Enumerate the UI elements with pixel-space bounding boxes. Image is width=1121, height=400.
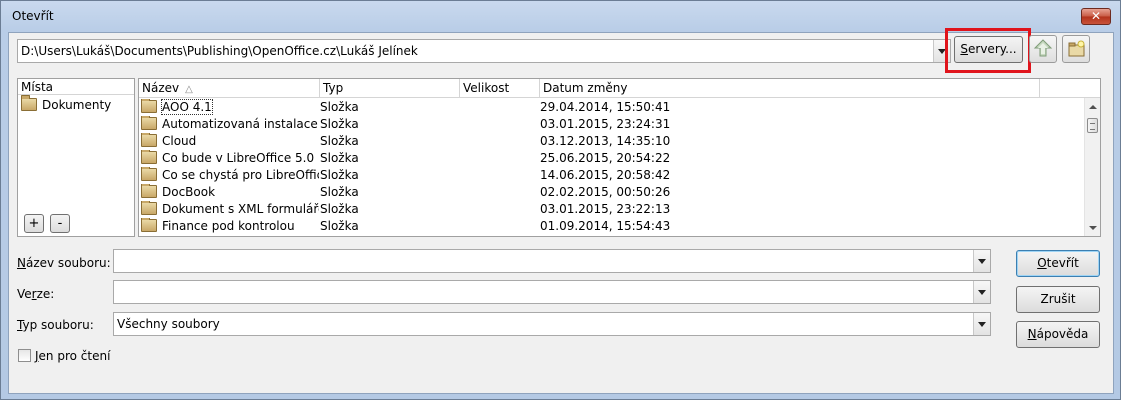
- file-date: 29.04.2014, 15:50:41: [540, 100, 671, 114]
- file-row[interactable]: Co se chystá pro LibreOffice Složka 14.0…: [139, 167, 1084, 184]
- file-date: 02.02.2015, 00:50:26: [540, 185, 671, 199]
- file-date: 03.01.2015, 23:22:13: [540, 202, 671, 216]
- folder-icon: [141, 99, 157, 113]
- file-row[interactable]: Finance pod kontrolou Složka 01.09.2014,…: [139, 218, 1084, 235]
- new-folder-button[interactable]: [1062, 35, 1090, 63]
- folder-up-icon: [1033, 39, 1053, 57]
- folder-icon: [141, 133, 157, 147]
- column-header-name[interactable]: Název △: [139, 79, 320, 98]
- column-name-label: Název: [142, 81, 180, 95]
- file-date: 01.09.2014, 15:54:43: [540, 219, 671, 233]
- cancel-button[interactable]: Zrušit: [1016, 286, 1100, 313]
- file-list-scrollbar[interactable]: [1084, 98, 1100, 236]
- version-label: Verze:: [17, 287, 55, 301]
- file-type: Složka: [320, 202, 359, 216]
- readonly-checkbox[interactable]: [18, 349, 31, 362]
- file-type: Složka: [320, 185, 359, 199]
- file-row[interactable]: Automatizovaná instalace Li Složka 03.01…: [139, 116, 1084, 133]
- scrollbar-thumb[interactable]: [1087, 118, 1098, 133]
- folder-icon: [141, 218, 157, 232]
- filetype-select[interactable]: Všechny soubory: [113, 312, 991, 336]
- up-level-button[interactable]: [1029, 35, 1057, 63]
- filename-dropdown-button[interactable]: [973, 250, 990, 272]
- title-bar[interactable]: Otevřít ✕: [1, 1, 1120, 31]
- file-list-header: Název △ Typ Velikost Datum změny: [139, 79, 1100, 98]
- column-header-size[interactable]: Velikost: [460, 79, 540, 98]
- file-type: Složka: [320, 134, 359, 148]
- file-name: Co bude v LibreOffice 5.0: [162, 151, 315, 165]
- folder-icon: [141, 116, 157, 130]
- close-icon: ✕: [1090, 9, 1102, 23]
- path-input[interactable]: D:\Users\Lukáš\Documents\Publishing\Open…: [21, 44, 418, 58]
- folder-icon: [141, 150, 157, 164]
- place-item-dokumenty[interactable]: Dokumenty: [21, 95, 112, 113]
- folder-icon: [141, 184, 157, 198]
- folder-icon: [141, 201, 157, 215]
- file-name: Automatizovaná instalace Li: [162, 117, 319, 131]
- file-name: AOO 4.1: [161, 99, 213, 115]
- file-date: 03.12.2013, 14:35:10: [540, 134, 671, 148]
- filename-combobox[interactable]: [113, 249, 991, 273]
- file-date: 03.01.2015, 23:24:31: [540, 117, 671, 131]
- file-name: Dokument s XML formulářer: [162, 202, 319, 216]
- file-name: DocBook: [162, 185, 216, 199]
- add-place-button[interactable]: +: [24, 214, 44, 233]
- servers-button-label: ervery...: [968, 42, 1017, 56]
- file-row[interactable]: DocBook Složka 02.02.2015, 00:50:26: [139, 184, 1084, 201]
- scroll-down-icon[interactable]: [1089, 226, 1097, 230]
- remove-place-button[interactable]: -: [50, 214, 70, 233]
- file-name: Finance pod kontrolou: [162, 219, 295, 233]
- file-type: Složka: [320, 151, 359, 165]
- readonly-option[interactable]: Jen pro čtení: [18, 349, 110, 363]
- filename-label: Název souboru:: [17, 256, 111, 270]
- file-row[interactable]: AOO 4.1 Složka 29.04.2014, 15:50:41: [139, 99, 1084, 116]
- file-date: 25.06.2015, 20:54:22: [540, 151, 671, 165]
- file-row[interactable]: Co bude v LibreOffice 5.0 Složka 25.06.2…: [139, 150, 1084, 167]
- path-combobox[interactable]: D:\Users\Lukáš\Documents\Publishing\Open…: [17, 39, 951, 63]
- filetype-label: Typ souboru:: [17, 318, 94, 332]
- servers-button-mnemonic: S: [960, 42, 969, 56]
- readonly-label: en pro čtení: [38, 349, 111, 363]
- dialog-client-area: D:\Users\Lukáš\Documents\Publishing\Open…: [8, 28, 1114, 394]
- file-name: Cloud: [162, 134, 197, 148]
- file-type: Složka: [320, 117, 359, 131]
- window-title: Otevřít: [12, 9, 54, 23]
- version-combobox[interactable]: [113, 280, 991, 304]
- sort-ascending-icon: △: [185, 84, 193, 95]
- file-type: Složka: [320, 168, 359, 182]
- servers-button[interactable]: Servery...: [954, 36, 1023, 63]
- place-item-label: Dokumenty: [42, 98, 112, 112]
- file-type: Složka: [320, 219, 359, 233]
- file-date: 14.06.2015, 20:58:42: [540, 168, 671, 182]
- file-row[interactable]: Dokument s XML formulářer Složka 03.01.2…: [139, 201, 1084, 218]
- file-list: Název △ Typ Velikost Datum změny AOO 4.1 …: [138, 78, 1101, 237]
- file-type: Složka: [320, 100, 359, 114]
- new-folder-icon: [1068, 40, 1085, 57]
- version-dropdown-button[interactable]: [973, 281, 990, 303]
- file-row[interactable]: Cloud Složka 03.12.2013, 14:35:10: [139, 133, 1084, 150]
- filetype-dropdown-button[interactable]: [973, 313, 990, 335]
- places-header[interactable]: Místa: [18, 79, 134, 95]
- folder-star-icon: [21, 95, 37, 111]
- filetype-value: Všechny soubory: [117, 317, 220, 331]
- help-button[interactable]: Nápověda: [1016, 321, 1100, 348]
- column-header-type[interactable]: Typ: [320, 79, 460, 98]
- open-button[interactable]: Otevřít: [1016, 250, 1100, 277]
- dialog-window: Otevřít ✕ D:\Users\Lukáš\Documents\Publi…: [0, 0, 1121, 400]
- close-button[interactable]: ✕: [1081, 8, 1111, 25]
- column-header-date[interactable]: Datum změny: [540, 79, 1040, 98]
- file-name: Co se chystá pro LibreOffice: [162, 168, 319, 182]
- scroll-up-icon[interactable]: [1089, 105, 1097, 109]
- folder-icon: [141, 167, 157, 181]
